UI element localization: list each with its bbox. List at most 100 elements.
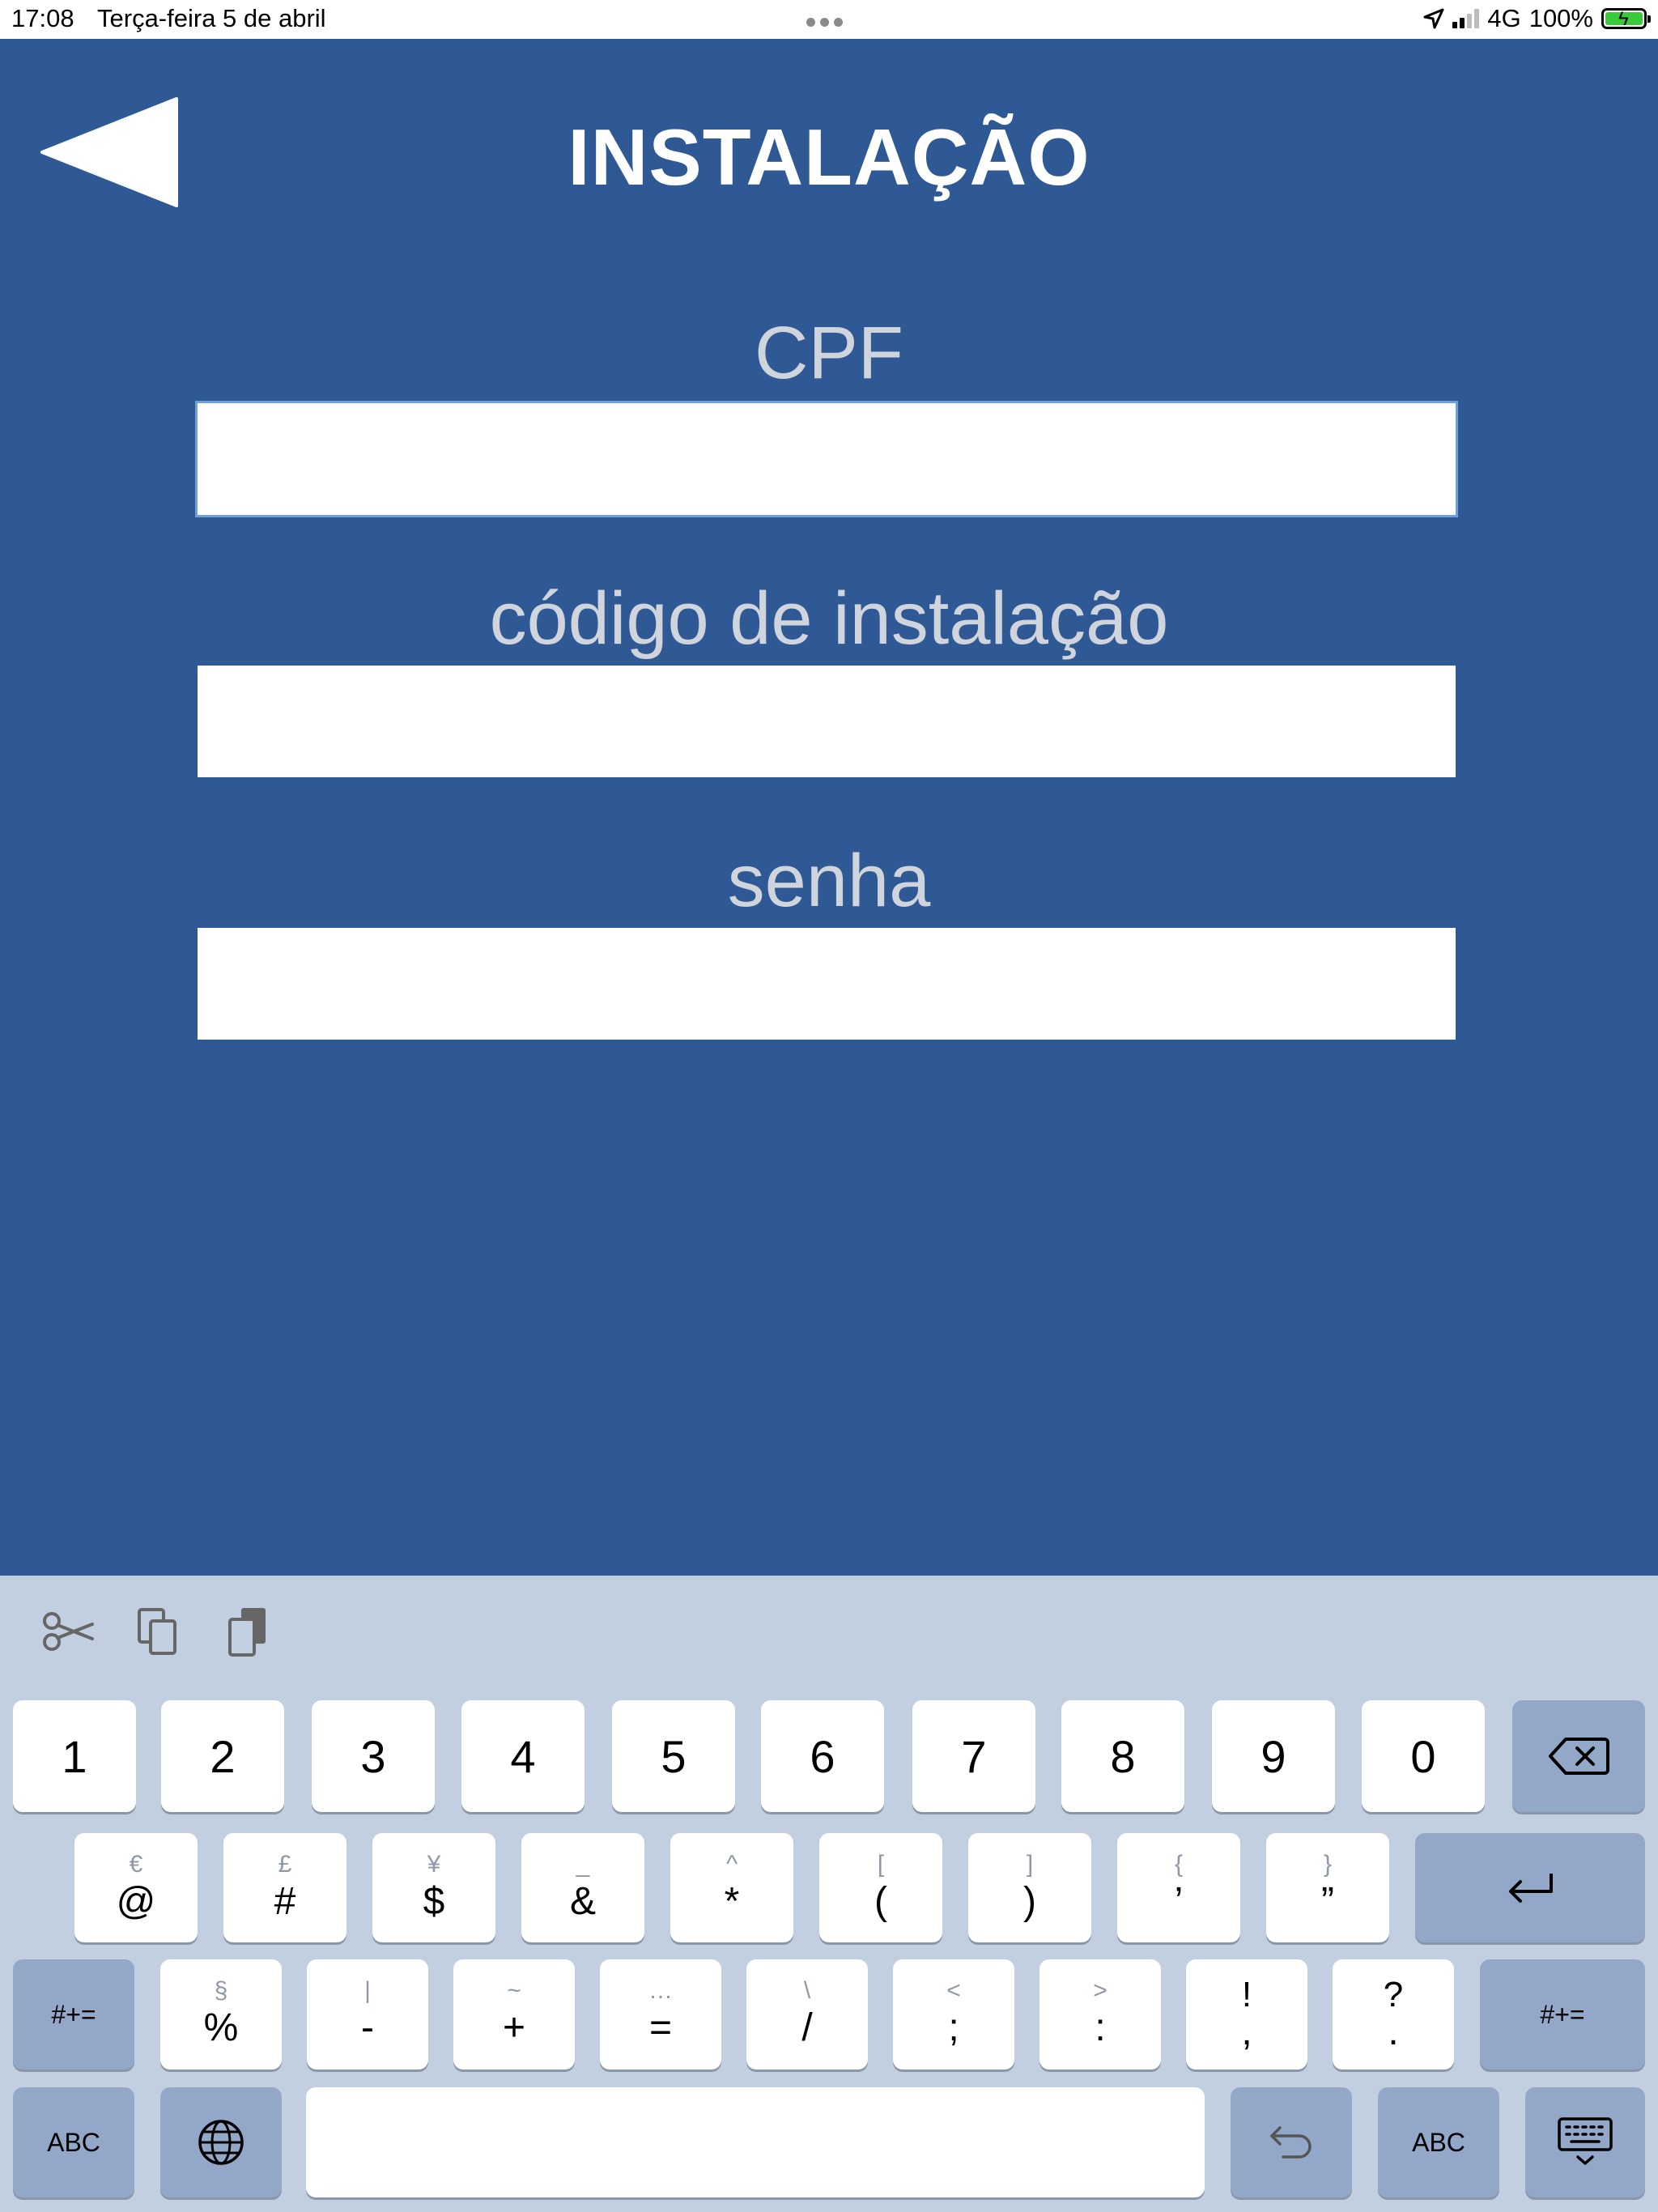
key-alt-label: { — [1174, 1850, 1184, 1878]
key-label: * — [724, 1879, 740, 1923]
page-title: INSTALAÇÃO — [568, 113, 1090, 202]
key-alt-label: } — [1323, 1850, 1333, 1878]
key-label: 2 — [210, 1730, 236, 1782]
key-label: #+= — [51, 1999, 96, 2029]
key-symbol-6[interactable]: ]) — [968, 1833, 1091, 1942]
key-alt-label: ! — [1241, 1975, 1252, 2014]
key-alt-label: ~ — [507, 1977, 521, 2004]
backspace-icon — [1548, 1736, 1609, 1776]
shift-symbols-key[interactable]: #+= — [13, 1959, 134, 2069]
keyboard-dismiss-icon — [1557, 2116, 1613, 2168]
abc-key-right[interactable]: ABC — [1378, 2087, 1499, 2197]
key-label: 9 — [1261, 1730, 1286, 1782]
paste-icon — [228, 1608, 266, 1657]
key-6[interactable]: 6 — [761, 1700, 884, 1812]
undo-icon — [1269, 2123, 1314, 2162]
key-alt-label: ] — [1026, 1850, 1034, 1878]
key-label: #+= — [1540, 1999, 1585, 2029]
globe-icon — [197, 2118, 245, 2167]
key-symbol-14[interactable]: <; — [893, 1959, 1014, 2069]
key-label: ABC — [1412, 2127, 1465, 2157]
key-label: : — [1095, 2006, 1106, 2049]
key-symbol-17[interactable]: ?. — [1333, 1959, 1454, 2069]
shift-symbols-key-right[interactable]: #+= — [1480, 1959, 1645, 2069]
battery-percent: 100% — [1528, 4, 1593, 32]
key-symbol-3[interactable]: _ & — [521, 1833, 644, 1942]
abc-key[interactable]: ABC — [13, 2087, 134, 2197]
undo-key[interactable] — [1231, 2087, 1352, 2197]
key-alt-label: € — [129, 1850, 143, 1878]
key-symbol-7[interactable]: {’ — [1117, 1833, 1240, 1942]
signal-strength-icon — [1452, 9, 1480, 28]
key-label: ) — [1023, 1879, 1036, 1923]
key-symbol-12[interactable]: … = — [600, 1959, 721, 2069]
key-label: ABC — [47, 2127, 100, 2157]
battery-charging-icon: ϟ — [1601, 8, 1651, 30]
delete-key[interactable] — [1512, 1700, 1645, 1812]
key-label: @ — [116, 1879, 156, 1923]
key-label: ’ — [1174, 1879, 1184, 1923]
key-label: = — [648, 2006, 673, 2049]
status-indicators: 4G 100% ϟ — [1423, 4, 1651, 33]
key-symbol-2[interactable]: ¥ $ — [372, 1833, 495, 1942]
cut-button[interactable] — [40, 1603, 97, 1660]
return-icon — [1504, 1870, 1556, 1906]
key-alt-label: ^ — [725, 1850, 738, 1878]
key-alt-label: … — [648, 1977, 673, 2004]
key-symbol-15[interactable]: >: — [1039, 1959, 1161, 2069]
status-bar: 17:08 Terça-feira 5 de abril 4G 100% ϟ — [0, 0, 1658, 39]
key-alt-label: [ — [877, 1850, 885, 1878]
key-label: 0 — [1410, 1730, 1436, 1782]
key-symbol-4[interactable]: ^ * — [670, 1833, 793, 1942]
key-8[interactable]: 8 — [1061, 1700, 1184, 1812]
key-symbol-0[interactable]: € @ — [74, 1833, 198, 1942]
key-label: 6 — [810, 1730, 835, 1782]
key-symbol-9[interactable]: §% — [160, 1959, 282, 2069]
key-9[interactable]: 9 — [1212, 1700, 1335, 1812]
key-label: % — [203, 2006, 239, 2049]
paste-button[interactable] — [220, 1603, 277, 1660]
key-label: . — [1388, 2010, 1399, 2053]
key-label: ; — [948, 2006, 959, 2049]
key-alt-label: § — [214, 1977, 228, 2004]
key-7[interactable]: 7 — [912, 1700, 1035, 1812]
key-label: 8 — [1110, 1730, 1136, 1782]
key-2[interactable]: 2 — [161, 1700, 284, 1812]
key-5[interactable]: 5 — [612, 1700, 735, 1812]
password-label: senha — [727, 840, 931, 922]
installation-code-input[interactable] — [198, 666, 1456, 777]
copy-button[interactable] — [130, 1603, 186, 1660]
status-time: 17:08 — [11, 4, 74, 32]
key-1[interactable]: 1 — [13, 1700, 136, 1812]
cpf-input[interactable] — [198, 403, 1456, 515]
key-4[interactable]: 4 — [461, 1700, 585, 1812]
space-bar[interactable] — [306, 2087, 1205, 2197]
network-type: 4G — [1487, 4, 1521, 32]
key-0[interactable]: 0 — [1362, 1700, 1485, 1812]
key-label: 3 — [360, 1730, 386, 1782]
key-label: + — [502, 2006, 526, 2049]
multitasking-dots-icon[interactable] — [806, 18, 843, 27]
key-symbol-1[interactable]: £ # — [223, 1833, 346, 1942]
cpf-label: CPF — [755, 312, 903, 394]
key-symbol-5[interactable]: [( — [819, 1833, 942, 1942]
key-symbol-8[interactable]: }” — [1266, 1833, 1389, 1942]
key-3[interactable]: 3 — [312, 1700, 435, 1812]
key-alt-label: £ — [278, 1850, 292, 1878]
key-symbol-11[interactable]: ~ + — [453, 1959, 575, 2069]
key-alt-label: _ — [576, 1850, 590, 1878]
key-symbol-13[interactable]: \ / — [746, 1959, 868, 2069]
return-key[interactable] — [1415, 1833, 1645, 1942]
key-label: 4 — [510, 1730, 536, 1782]
key-symbol-10[interactable]: | - — [307, 1959, 428, 2069]
key-alt-label: > — [1093, 1977, 1107, 2004]
status-date: Terça-feira 5 de abril — [97, 4, 326, 32]
key-alt-label: ¥ — [427, 1850, 441, 1878]
password-input[interactable] — [198, 928, 1456, 1040]
globe-key[interactable] — [160, 2087, 282, 2197]
key-symbol-16[interactable]: !, — [1186, 1959, 1307, 2069]
dismiss-keyboard-key[interactable] — [1525, 2087, 1645, 2197]
key-alt-label: ? — [1383, 1975, 1404, 2014]
location-arrow-icon — [1423, 8, 1444, 29]
key-label: - — [361, 2006, 374, 2049]
